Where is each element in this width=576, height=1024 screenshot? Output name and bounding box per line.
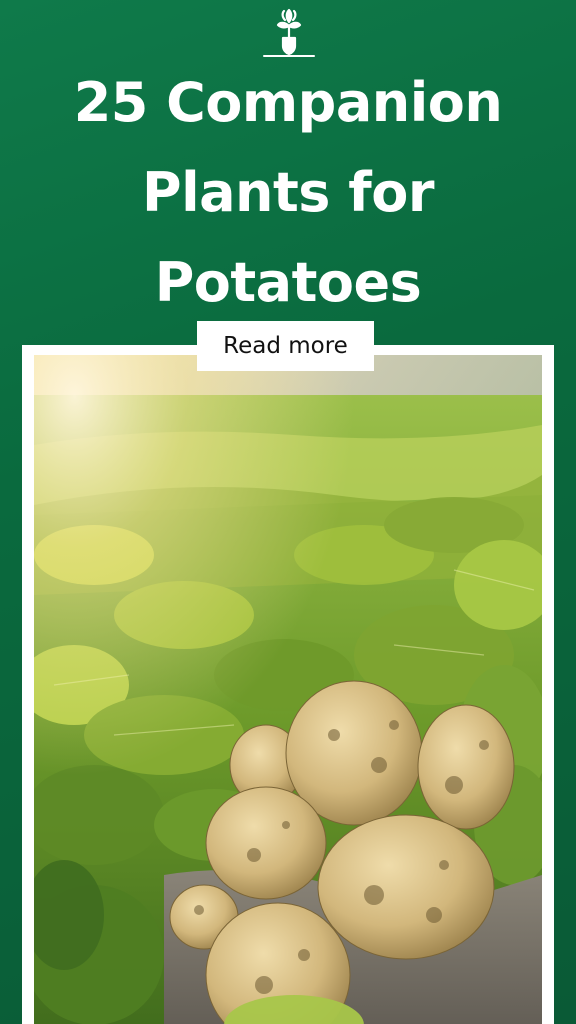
title-line-1: 25 Companion <box>73 71 503 134</box>
title-line-3: Potatoes <box>154 251 422 314</box>
brand-logo <box>258 4 320 60</box>
photo-frame <box>22 345 554 1024</box>
page-title: 25 Companion Plants for Potatoes <box>0 58 576 328</box>
shovel-sprout-icon <box>263 8 315 57</box>
potato-harvest-photo[interactable] <box>34 355 542 1024</box>
potato-field-illustration <box>34 355 542 1024</box>
read-more-button[interactable]: Read more <box>197 321 374 371</box>
title-line-2: Plants for <box>142 161 434 224</box>
